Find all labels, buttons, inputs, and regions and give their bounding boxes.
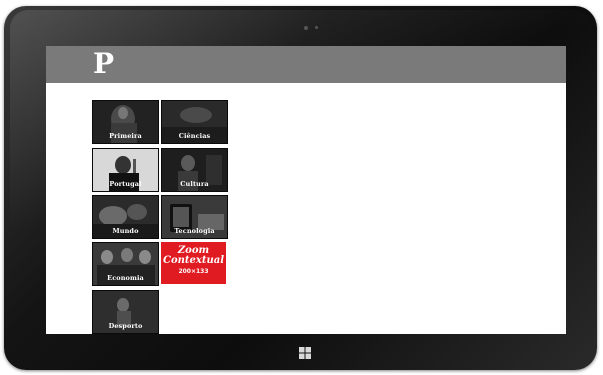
tile-primeira[interactable]: Primeira xyxy=(92,100,159,144)
tile-desporto[interactable]: Desporto xyxy=(92,290,159,334)
sensor-icon xyxy=(315,26,318,29)
app-header-bar: P xyxy=(46,46,566,83)
ad-title-line2: Contextual xyxy=(162,255,224,266)
tile-label: Economia xyxy=(107,274,144,282)
tile-tecnologia[interactable]: Tecnologia xyxy=(161,195,228,239)
tile-label: Portugal xyxy=(109,180,142,188)
app-screen: P Primeira Portugal Mundo Economia Despo… xyxy=(46,46,566,334)
zoom-contextual-ad[interactable]: Zoom Contextual 200×133 xyxy=(161,242,226,284)
tile-portugal[interactable]: Portugal xyxy=(92,148,159,192)
publico-logo[interactable]: P xyxy=(93,49,114,79)
tile-mundo[interactable]: Mundo xyxy=(92,195,159,239)
tile-cultura[interactable]: Cultura xyxy=(161,148,228,192)
windows-logo-icon[interactable] xyxy=(299,347,311,359)
tile-ciencias[interactable]: Ciências xyxy=(161,100,228,144)
tile-label: Mundo xyxy=(112,227,139,235)
camera-icon xyxy=(304,26,308,30)
tile-label: Primeira xyxy=(109,132,142,140)
tile-label: Desporto xyxy=(108,322,143,330)
ad-size: 200×133 xyxy=(178,268,209,275)
tile-label: Tecnologia xyxy=(174,227,215,235)
tile-label: Ciências xyxy=(178,132,211,140)
tile-label: Cultura xyxy=(180,180,209,188)
tile-economia[interactable]: Economia xyxy=(92,242,159,286)
